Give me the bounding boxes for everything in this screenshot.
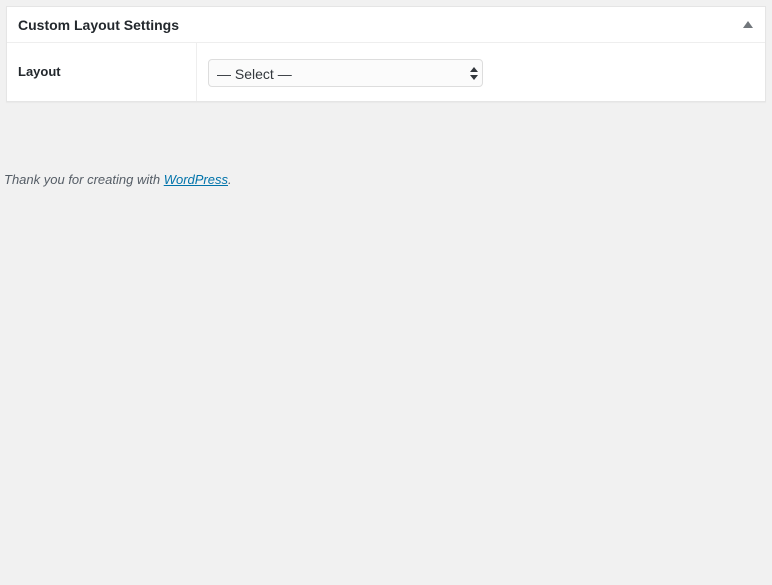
wordpress-link[interactable]: WordPress [164,172,228,187]
footer-text-suffix: . [228,172,232,187]
panel-title: Custom Layout Settings [18,17,180,33]
select-arrows-icon [470,67,478,80]
footer-text-prefix: Thank you for creating with [4,172,164,187]
triangle-up-icon [743,20,753,28]
panel-header: Custom Layout Settings [7,7,765,43]
layout-field-cell: — Select — [197,43,765,101]
layout-select-value: — Select — [217,66,292,82]
layout-label-cell: Layout [7,43,197,101]
layout-label: Layout [18,64,61,79]
custom-layout-settings-panel: Custom Layout Settings Layout — Select — [6,6,766,102]
collapse-panel-button[interactable] [737,13,759,35]
layout-setting-row: Layout — Select — [7,43,765,101]
layout-select[interactable]: — Select — [208,59,483,87]
footer-credit: Thank you for creating with WordPress. [4,172,232,188]
